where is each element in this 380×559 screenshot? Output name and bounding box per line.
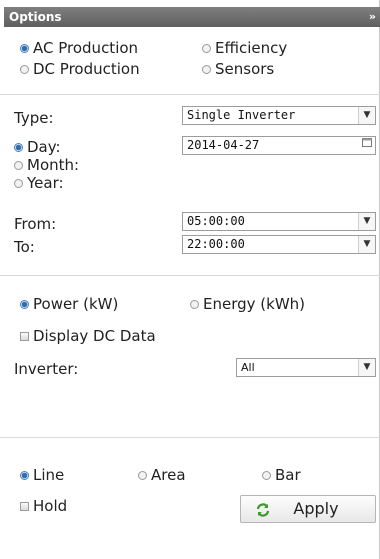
collapse-icon[interactable]: » xyxy=(369,7,376,27)
from-select[interactable]: 05:00:00 ▼ xyxy=(182,212,376,231)
radio-icon xyxy=(262,471,271,480)
radio-year[interactable]: Year: xyxy=(14,174,64,192)
radio-icon xyxy=(14,143,23,152)
chevron-down-icon: ▼ xyxy=(358,359,375,376)
panel-title: Options xyxy=(9,10,62,24)
radio-icon xyxy=(202,44,211,53)
radio-icon xyxy=(138,471,147,480)
radio-ac-production[interactable]: AC Production xyxy=(20,39,138,57)
calendar-icon[interactable] xyxy=(359,137,375,154)
options-titlebar: Options » xyxy=(4,7,380,27)
radio-bar[interactable]: Bar xyxy=(262,466,301,484)
options-panel: Options » AC Production Efficiency DC Pr… xyxy=(0,0,380,559)
display-dc-checkbox[interactable]: Display DC Data xyxy=(20,327,156,345)
chevron-down-icon: ▼ xyxy=(358,236,375,253)
radio-efficiency[interactable]: Efficiency xyxy=(202,39,287,57)
apply-button-label: Apply xyxy=(293,499,339,518)
radio-area[interactable]: Area xyxy=(138,466,186,484)
radio-month[interactable]: Month: xyxy=(14,156,79,174)
date-input[interactable]: 2014-04-27 xyxy=(182,136,376,155)
radio-dc-production[interactable]: DC Production xyxy=(20,60,140,78)
refresh-icon xyxy=(256,503,270,517)
chevron-down-icon: ▼ xyxy=(358,213,375,230)
to-label: To: xyxy=(14,238,35,256)
inverter-label: Inverter: xyxy=(14,360,79,378)
checkbox-icon xyxy=(20,502,29,511)
radio-icon xyxy=(20,300,29,309)
radio-line[interactable]: Line xyxy=(20,466,64,484)
apply-button[interactable]: Apply xyxy=(240,495,376,523)
type-label: Type: xyxy=(14,109,54,127)
radio-icon xyxy=(20,65,29,74)
hold-checkbox[interactable]: Hold xyxy=(20,497,67,515)
type-select[interactable]: Single Inverter ▼ xyxy=(182,106,376,125)
radio-icon xyxy=(20,471,29,480)
chevron-down-icon: ▼ xyxy=(358,107,375,124)
radio-energy[interactable]: Energy (kWh) xyxy=(190,295,305,313)
to-select[interactable]: 22:00:00 ▼ xyxy=(182,235,376,254)
radio-icon xyxy=(190,300,199,309)
radio-icon xyxy=(14,179,23,188)
inverter-select[interactable]: All ▼ xyxy=(236,358,376,377)
from-label: From: xyxy=(14,215,57,233)
radio-day[interactable]: Day: xyxy=(14,138,61,156)
radio-sensors[interactable]: Sensors xyxy=(202,60,274,78)
radio-power[interactable]: Power (kW) xyxy=(20,295,118,313)
checkbox-icon xyxy=(20,332,29,341)
radio-icon xyxy=(14,161,23,170)
radio-icon xyxy=(202,65,211,74)
radio-icon xyxy=(20,44,29,53)
